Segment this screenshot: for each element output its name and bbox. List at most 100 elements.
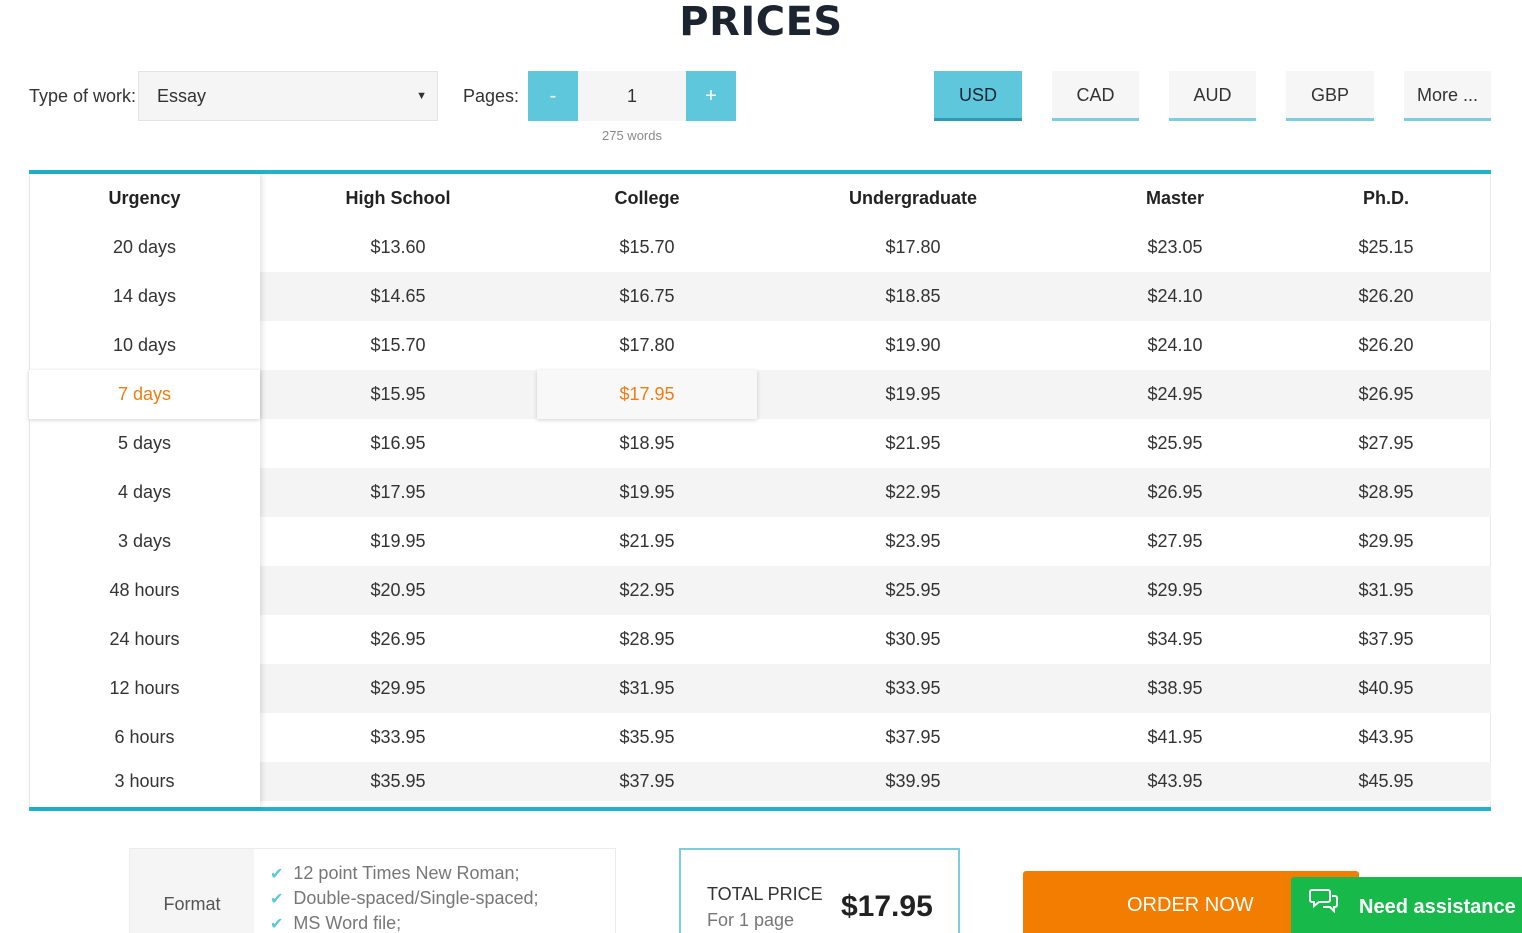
price-table: High School College Undergraduate Master Ph.… xyxy=(29,170,1491,811)
page-title: PRICES xyxy=(679,0,843,45)
price-cell[interactable]: $18.85 xyxy=(803,272,1023,321)
currency-usd-button[interactable]: USD xyxy=(934,71,1022,121)
currency-gbp-button[interactable]: GBP xyxy=(1286,71,1374,121)
price-cell[interactable]: $13.60 xyxy=(288,223,508,272)
price-cell[interactable]: $43.95 xyxy=(1276,713,1496,762)
price-cell[interactable]: $16.75 xyxy=(537,272,757,321)
price-cell[interactable]: $29.95 xyxy=(1065,566,1285,615)
check-icon: ✔ xyxy=(270,916,284,933)
price-cell[interactable]: $31.95 xyxy=(1276,566,1496,615)
price-cell[interactable]: $28.95 xyxy=(537,615,757,664)
price-cell[interactable]: $21.95 xyxy=(803,419,1023,468)
pages-decrement-button[interactable]: - xyxy=(528,71,578,121)
price-cell[interactable]: $15.70 xyxy=(288,321,508,370)
urgency-cell-selected[interactable]: 7 days xyxy=(29,370,260,419)
urgency-cell[interactable]: 24 hours xyxy=(29,615,260,664)
check-icon: ✔ xyxy=(270,866,284,883)
need-assistance-button[interactable]: Need assistance xyxy=(1291,877,1522,933)
price-cell[interactable]: $29.95 xyxy=(1276,517,1496,566)
total-price-subtitle: For 1 page xyxy=(707,910,795,930)
price-cell[interactable]: $38.95 xyxy=(1065,664,1285,713)
price-cell[interactable]: $14.65 xyxy=(288,272,508,321)
price-cell[interactable]: $35.95 xyxy=(537,713,757,762)
urgency-cell[interactable]: 3 hours xyxy=(29,762,260,801)
price-cell[interactable]: $26.20 xyxy=(1276,272,1496,321)
price-cell[interactable]: $29.95 xyxy=(288,664,508,713)
price-cell[interactable]: $24.95 xyxy=(1065,370,1285,419)
currency-aud-button[interactable]: AUD xyxy=(1169,71,1256,121)
price-cell[interactable]: $26.95 xyxy=(288,615,508,664)
urgency-cell[interactable]: 3 days xyxy=(29,517,260,566)
price-cell[interactable]: $30.95 xyxy=(803,615,1023,664)
caret-down-icon: ▼ xyxy=(416,90,427,102)
urgency-cell[interactable]: 48 hours xyxy=(29,566,260,615)
price-cell[interactable]: $41.95 xyxy=(1065,713,1285,762)
type-of-work-select[interactable]: Essay ▼ xyxy=(138,71,438,121)
urgency-cell[interactable]: 20 days xyxy=(29,223,260,272)
urgency-cell[interactable]: 4 days xyxy=(29,468,260,517)
price-cell[interactable]: $31.95 xyxy=(537,664,757,713)
price-cell-selected[interactable]: $17.95 xyxy=(537,370,757,419)
format-info: Format ✔ 12 point Times New Roman; ✔ Doubl… xyxy=(129,848,616,933)
price-cell[interactable]: $25.95 xyxy=(803,566,1023,615)
price-cell[interactable]: $33.95 xyxy=(803,664,1023,713)
urgency-cell[interactable]: 5 days xyxy=(29,419,260,468)
chat-bubbles-icon xyxy=(1309,889,1338,913)
price-cell[interactable]: $33.95 xyxy=(288,713,508,762)
urgency-cell[interactable]: 12 hours xyxy=(29,664,260,713)
price-cell[interactable]: $39.95 xyxy=(803,762,1023,801)
price-cell[interactable]: $27.95 xyxy=(1065,517,1285,566)
price-cell[interactable]: $19.95 xyxy=(537,468,757,517)
price-cell[interactable]: $17.80 xyxy=(537,321,757,370)
price-cell[interactable]: $25.15 xyxy=(1276,223,1496,272)
price-cell[interactable]: $18.95 xyxy=(537,419,757,468)
price-cell[interactable]: $43.95 xyxy=(1065,762,1285,801)
pages-increment-button[interactable]: + xyxy=(686,71,736,121)
price-cell[interactable]: $15.70 xyxy=(537,223,757,272)
price-cell[interactable]: $17.80 xyxy=(803,223,1023,272)
column-header: Master xyxy=(1145,188,1205,208)
price-cell[interactable]: $23.95 xyxy=(803,517,1023,566)
price-cell[interactable]: $37.95 xyxy=(537,762,757,801)
price-cell[interactable]: $37.95 xyxy=(1276,615,1496,664)
price-cell[interactable]: $24.10 xyxy=(1065,321,1285,370)
price-cell[interactable]: $34.95 xyxy=(1065,615,1285,664)
price-cell[interactable]: $21.95 xyxy=(537,517,757,566)
price-cell[interactable]: $24.10 xyxy=(1065,272,1285,321)
price-cell[interactable]: $26.20 xyxy=(1276,321,1496,370)
pages-label: Pages: xyxy=(463,86,520,106)
price-cell[interactable]: $17.95 xyxy=(288,468,508,517)
urgency-cell[interactable]: 6 hours xyxy=(29,713,260,762)
need-assistance-label: Need assistance xyxy=(1359,896,1516,918)
price-cell[interactable]: $35.95 xyxy=(288,762,508,801)
currency-more-button[interactable]: More ... xyxy=(1404,71,1491,121)
price-controls: Type of work: Essay ▼ Pages: - 1 + 275 w… xyxy=(0,71,1522,151)
price-cell[interactable]: $16.95 xyxy=(288,419,508,468)
pages-input[interactable]: 1 xyxy=(578,71,686,121)
type-of-work-value: Essay xyxy=(157,86,207,106)
urgency-cell[interactable]: 10 days xyxy=(29,321,260,370)
price-cell[interactable]: $19.95 xyxy=(803,370,1023,419)
price-cell[interactable]: $26.95 xyxy=(1276,370,1496,419)
price-cell[interactable]: $20.95 xyxy=(288,566,508,615)
price-cell[interactable]: $28.95 xyxy=(1276,468,1496,517)
price-cell[interactable]: $25.95 xyxy=(1065,419,1285,468)
format-feature: ✔ Double-spaced/Single-spaced; xyxy=(270,888,539,908)
price-cell[interactable]: $27.95 xyxy=(1276,419,1496,468)
price-cell[interactable]: $19.95 xyxy=(288,517,508,566)
price-cell[interactable]: $45.95 xyxy=(1276,762,1496,801)
price-cell[interactable]: $26.95 xyxy=(1065,468,1285,517)
urgency-header: Urgency xyxy=(108,188,181,208)
price-cell[interactable]: $40.95 xyxy=(1276,664,1496,713)
price-cell[interactable]: $37.95 xyxy=(803,713,1023,762)
price-cell[interactable]: $22.95 xyxy=(803,468,1023,517)
price-cell[interactable]: $19.90 xyxy=(803,321,1023,370)
price-cell[interactable]: $15.95 xyxy=(288,370,508,419)
urgency-cell[interactable]: 14 days xyxy=(29,272,260,321)
format-feature: ✔ MS Word file; xyxy=(270,913,402,933)
price-cell[interactable]: $22.95 xyxy=(537,566,757,615)
currency-cad-button[interactable]: CAD xyxy=(1052,71,1139,121)
total-price-box: TOTAL PRICE For 1 page $17.95 xyxy=(679,848,960,933)
column-header: Ph.D. xyxy=(1362,188,1409,208)
price-cell[interactable]: $23.05 xyxy=(1065,223,1285,272)
